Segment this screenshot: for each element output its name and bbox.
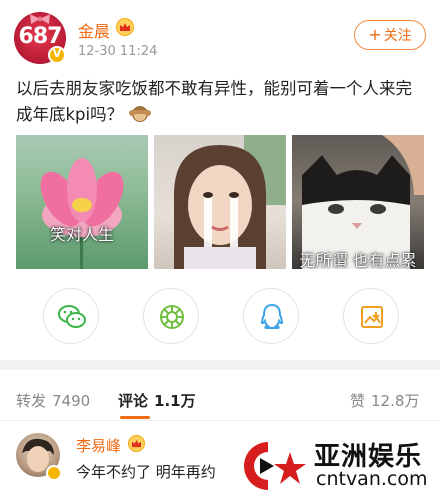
commenter-name[interactable]: 李易峰	[76, 435, 121, 456]
woman-portrait-icon	[174, 135, 286, 269]
save-image-button[interactable]	[343, 288, 399, 344]
moments-icon	[160, 305, 184, 329]
tab-like-label: 赞	[350, 392, 366, 410]
commenter-crown-icon	[128, 435, 145, 452]
site-watermark: 亚洲娱乐 cntvan.com	[238, 432, 438, 498]
post-image-woman[interactable]	[154, 135, 286, 269]
bow-icon	[30, 14, 50, 24]
tab-comment-label: 评论	[118, 392, 149, 410]
plus-icon: +	[368, 25, 382, 44]
tab-repost[interactable]: 转发 7490	[16, 390, 90, 411]
commenter-verified-icon	[46, 465, 62, 481]
watermark-text-en: cntvan.com	[316, 468, 428, 490]
watermark-logo-icon	[244, 442, 306, 490]
follow-label: 关注	[383, 28, 412, 44]
share-row	[0, 288, 440, 344]
post-text: 以后去朋友家吃饭都不敢有异性，能别可着一个人来完成年底kpi吗？	[16, 76, 428, 128]
tab-comment-count: 1.1万	[154, 392, 196, 410]
qq-icon	[260, 303, 284, 329]
post-image-lotus[interactable]: 笑对人生	[16, 135, 148, 269]
comment-text: 今年不约了 明年再约	[76, 463, 216, 481]
tab-bar: 转发 7490 评论 1.1万 赞 12.8万	[0, 370, 440, 421]
author-name[interactable]: 金晨	[78, 18, 110, 42]
image-caption-3: 无所谓 也有点累	[299, 251, 417, 269]
crown-icon	[116, 18, 134, 36]
see-no-evil-monkey-icon	[129, 106, 152, 122]
follow-button[interactable]: + 关注	[354, 20, 426, 50]
verified-badge-icon: V	[48, 46, 66, 64]
tab-repost-label: 转发	[16, 392, 47, 410]
post-header: 687 V 金晨 12-30 11:24 + 关注	[0, 0, 440, 70]
post-body: 以后去朋友家吃饭都不敢有异性，能别可着一个人来完成年底kpi吗？	[16, 79, 412, 124]
active-tab-indicator	[120, 416, 150, 419]
share-wechat-button[interactable]	[43, 288, 99, 344]
save-image-icon	[361, 306, 383, 328]
share-qq-button[interactable]	[243, 288, 299, 344]
tab-like-count: 12.8万	[371, 392, 420, 410]
image-caption-1: 笑对人生	[49, 225, 114, 244]
post-image-cat[interactable]: 无所谓 也有点累	[292, 135, 424, 269]
section-divider	[0, 360, 440, 370]
tab-repost-count: 7490	[52, 392, 91, 410]
wechat-icon	[58, 305, 86, 328]
lotus-flower-icon	[40, 158, 124, 269]
share-moments-button[interactable]	[143, 288, 199, 344]
post-time: 12-30 11:24	[78, 44, 158, 59]
tab-like[interactable]: 赞 12.8万	[350, 390, 419, 411]
tab-comment[interactable]: 评论 1.1万	[118, 390, 196, 411]
